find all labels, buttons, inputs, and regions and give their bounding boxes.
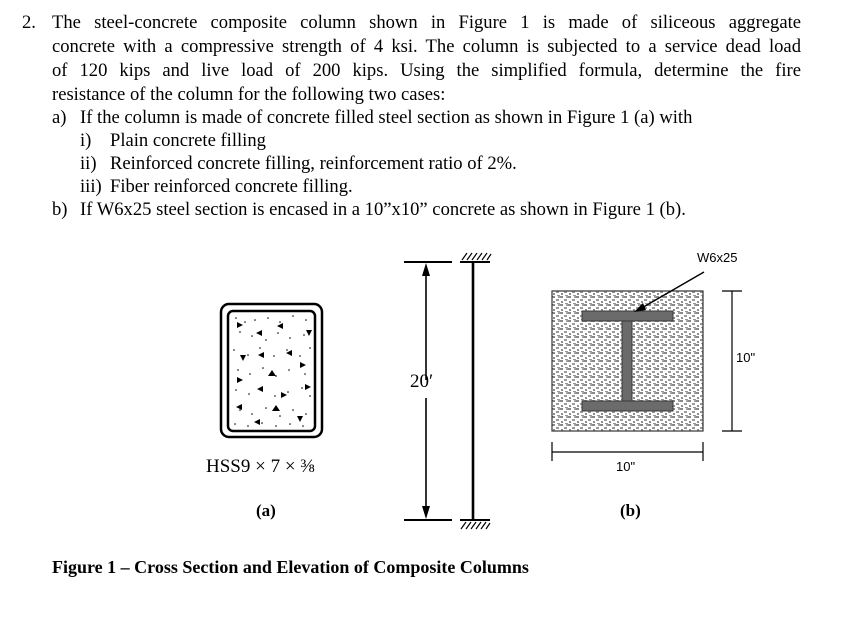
length-label: 20′ (410, 371, 433, 392)
label-a: (a) (256, 501, 276, 520)
arrow-up-icon (422, 263, 430, 276)
figure-1: HSS9 × 7 × ⅜ (a) 20′ W6x25 10" 10" (b) F… (52, 250, 755, 577)
bottom-flange (581, 400, 674, 412)
w-section-label: W6x25 (697, 250, 737, 265)
label-b: (b) (620, 501, 641, 520)
top-flange (581, 310, 674, 322)
hss-section (219, 302, 324, 439)
web (621, 320, 633, 402)
hss-label: HSS9 × 7 × ⅜ (206, 456, 315, 477)
height-label: 10" (736, 350, 755, 365)
arrow-down-icon (422, 506, 430, 519)
fixed-support-top-icon (461, 252, 492, 261)
fixed-support-bottom-icon (460, 521, 491, 530)
encased-section (551, 271, 742, 461)
figure-caption: Figure 1 – Cross Section and Elevation o… (52, 557, 529, 577)
width-label: 10" (616, 459, 635, 474)
